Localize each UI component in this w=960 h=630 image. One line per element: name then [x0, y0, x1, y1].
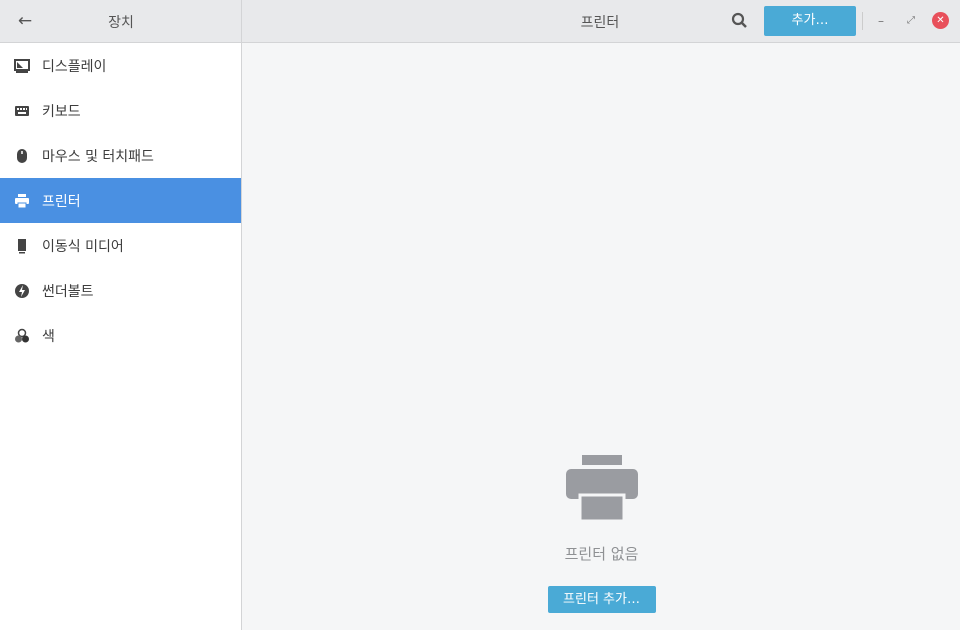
sidebar-item-label: 키보드: [42, 103, 81, 120]
sidebar-item-keyboard[interactable]: 키보드: [0, 88, 241, 133]
search-icon: [731, 12, 747, 28]
close-button[interactable]: ✕: [932, 12, 949, 29]
display-icon: [14, 58, 30, 74]
add-button[interactable]: 추가…: [764, 6, 856, 36]
sidebar-item-mouse[interactable]: 마우스 및 터치패드: [0, 133, 241, 178]
divider: [862, 12, 863, 30]
sidebar-header: ← 장치: [0, 0, 242, 42]
removable-media-icon: [14, 238, 30, 254]
sidebar-item-label: 프린터: [42, 193, 81, 210]
sidebar-item-display[interactable]: 디스플레이: [0, 43, 241, 88]
sidebar-title: 장치: [108, 15, 134, 31]
page-title: 프린터: [580, 15, 620, 31]
sidebar: 디스플레이 키보드 마우스 및 터치패드 프린터 이동식 미디어 썬더볼트 색: [0, 43, 242, 630]
minimize-button[interactable]: –: [872, 12, 890, 30]
thunderbolt-icon: [14, 283, 30, 299]
keyboard-icon: [14, 103, 30, 119]
sidebar-item-printers[interactable]: 프린터: [0, 178, 241, 223]
no-printers-label: 프린터 없음: [564, 545, 639, 563]
printer-icon: [14, 193, 30, 209]
search-button[interactable]: [730, 11, 750, 31]
sidebar-item-color[interactable]: 색: [0, 313, 241, 358]
sidebar-item-label: 디스플레이: [42, 58, 107, 75]
sidebar-item-label: 색: [42, 328, 55, 345]
sidebar-item-label: 이동식 미디어: [42, 238, 124, 255]
sidebar-item-label: 마우스 및 터치패드: [42, 148, 154, 165]
printer-icon: [565, 455, 638, 523]
header-bar: ← 장치 프린터 추가… – ⤢ ✕: [0, 0, 960, 43]
sidebar-item-thunderbolt[interactable]: 썬더볼트: [0, 268, 241, 313]
sidebar-item-removable-media[interactable]: 이동식 미디어: [0, 223, 241, 268]
mouse-icon: [14, 148, 30, 164]
color-icon: [14, 328, 30, 344]
maximize-button[interactable]: ⤢: [902, 12, 920, 30]
sidebar-item-label: 썬더볼트: [42, 283, 94, 300]
empty-state: 프린터 없음 프린터 추가…: [243, 455, 960, 613]
add-printer-button[interactable]: 프린터 추가…: [547, 586, 656, 613]
